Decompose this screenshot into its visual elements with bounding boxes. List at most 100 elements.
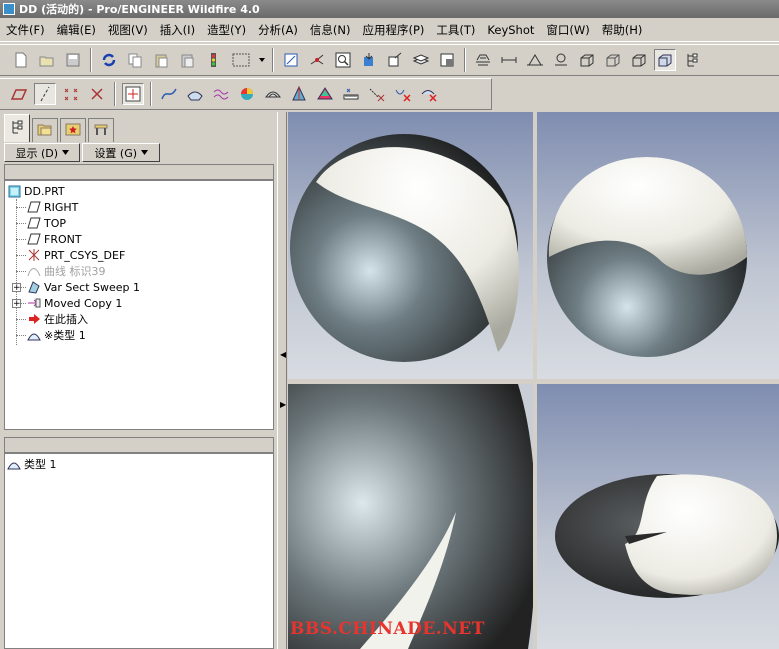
tree-item-style-feature[interactable]: ※类型 1 [27, 327, 86, 343]
delete-curve-icon[interactable] [392, 83, 414, 105]
menu-file[interactable]: 文件(F) [0, 22, 51, 38]
spin-center-icon[interactable] [306, 49, 328, 71]
graphics-area[interactable] [288, 112, 779, 649]
menu-style[interactable]: 造型(Y) [201, 22, 252, 38]
viewport-top-right[interactable] [537, 112, 779, 379]
detail-item[interactable]: 类型 1 [7, 456, 57, 472]
tree-item-moved-copy[interactable]: Moved Copy 1 [27, 295, 122, 311]
curve-on-surface-icon[interactable] [210, 83, 232, 105]
tree-item-front[interactable]: FRONT [27, 231, 82, 247]
menu-info[interactable]: 信息(N) [304, 22, 357, 38]
point-filter-icon[interactable] [60, 83, 82, 105]
folder-icon [37, 121, 53, 140]
zoom-in-icon[interactable] [332, 49, 354, 71]
menu-keyshot[interactable]: KeyShot [481, 23, 540, 37]
style-feature-icon [7, 457, 21, 471]
menu-applications[interactable]: 应用程序(P) [356, 22, 430, 38]
menu-analysis[interactable]: 分析(A) [252, 22, 304, 38]
tree-root[interactable]: DD.PRT [7, 183, 65, 199]
insert-here-icon [27, 312, 41, 326]
save-icon[interactable] [62, 49, 84, 71]
curvature-icon[interactable] [314, 83, 336, 105]
wireframe-icon[interactable] [576, 49, 598, 71]
viewport-top-left[interactable] [288, 112, 533, 379]
menu-edit[interactable]: 编辑(E) [51, 22, 102, 38]
tree-item-right[interactable]: RIGHT [27, 199, 78, 215]
datum-plane-display-icon[interactable] [472, 49, 494, 71]
tree-item-insert-here[interactable]: 在此插入 [27, 311, 88, 327]
tab-favorites[interactable] [60, 118, 86, 142]
menu-bar: 文件(F) 编辑(E) 视图(V) 插入(I) 造型(Y) 分析(A) 信息(N… [0, 19, 779, 42]
curve-icon[interactable] [158, 83, 180, 105]
show-dropdown[interactable]: 显示 (D) [4, 143, 80, 162]
axis-filter-icon[interactable] [34, 83, 56, 105]
ruler-icon[interactable] [340, 83, 362, 105]
tab-folder-browser[interactable] [32, 118, 58, 142]
tree-item-curve[interactable]: 曲线 标识39 [27, 263, 106, 279]
grid-toggle-icon[interactable] [122, 83, 144, 105]
csys-display-icon[interactable] [550, 49, 572, 71]
paste-special-icon[interactable] [176, 49, 198, 71]
delete-surface-icon[interactable] [418, 83, 440, 105]
menu-help[interactable]: 帮助(H) [596, 22, 649, 38]
show-label: 显示 (D) [15, 146, 59, 160]
new-file-icon[interactable] [10, 49, 32, 71]
plane-filter-icon[interactable] [8, 83, 30, 105]
csys-filter-icon[interactable] [86, 83, 108, 105]
curve-from-surface-icon[interactable] [184, 83, 206, 105]
style-toolbar [0, 78, 492, 110]
viewport-bottom-right[interactable] [537, 384, 779, 649]
panel-splitter[interactable]: ◀ ▶ [277, 112, 287, 649]
tab-connections[interactable] [88, 118, 114, 142]
menu-tools[interactable]: 工具(T) [430, 22, 481, 38]
model-tree-panel: DD.PRT RIGHT TOP FRONT PRT_CSYS_DEF 曲线 标… [4, 180, 274, 430]
selection-box-icon[interactable] [228, 49, 254, 71]
settings-dropdown[interactable]: 设置 (G) [82, 143, 160, 162]
expand-toggle[interactable]: + [12, 283, 21, 293]
moved-copy-icon [27, 296, 41, 310]
expand-toggle[interactable]: + [12, 299, 21, 309]
viewport-bottom-left[interactable] [288, 384, 533, 649]
menu-view[interactable]: 视图(V) [102, 22, 154, 38]
toolbar-separator [114, 82, 116, 106]
repaint-icon[interactable] [280, 49, 302, 71]
open-file-icon[interactable] [36, 49, 58, 71]
view-manager-icon[interactable] [436, 49, 458, 71]
toolbar-separator [90, 48, 92, 72]
datum-point-display-icon[interactable] [524, 49, 546, 71]
connections-icon [93, 121, 109, 140]
no-hidden-icon[interactable] [628, 49, 650, 71]
draft-analysis-icon[interactable] [288, 83, 310, 105]
shading-icon[interactable] [654, 49, 676, 71]
app-icon [3, 3, 15, 15]
expand-right-icon[interactable]: ▶ [280, 400, 286, 409]
copy-icon[interactable] [124, 49, 146, 71]
menu-insert[interactable]: 插入(I) [154, 22, 201, 38]
favorites-icon [65, 121, 81, 140]
regenerate-icon[interactable] [98, 49, 120, 71]
tab-model-tree[interactable] [4, 114, 30, 142]
tree-item-csys[interactable]: PRT_CSYS_DEF [27, 247, 125, 263]
dropdown-arrow-icon[interactable] [258, 49, 266, 71]
trim-icon[interactable] [366, 83, 388, 105]
navigator-tabs [4, 114, 116, 142]
tree-item-var-sect-sweep[interactable]: Var Sect Sweep 1 [27, 279, 140, 295]
surface-analysis-icon[interactable] [236, 83, 258, 105]
reflection-icon[interactable] [262, 83, 284, 105]
refit-icon[interactable] [384, 49, 406, 71]
zoom-out-icon[interactable] [358, 49, 380, 71]
model-tree-toggle-icon[interactable] [680, 49, 702, 71]
window-title: DD (活动的) - Pro/ENGINEER Wildfire 4.0 [19, 3, 260, 16]
toolbar-separator [464, 48, 466, 72]
traffic-light-icon[interactable] [202, 49, 224, 71]
paste-icon[interactable] [150, 49, 172, 71]
hidden-line-icon[interactable] [602, 49, 624, 71]
settings-label: 设置 (G) [94, 146, 138, 160]
layers-icon[interactable] [410, 49, 432, 71]
tree-root-label: DD.PRT [24, 184, 65, 198]
menu-window[interactable]: 窗口(W) [540, 22, 595, 38]
datum-axis-display-icon[interactable] [498, 49, 520, 71]
tree-item-label: 在此插入 [44, 313, 88, 326]
tree-item-top[interactable]: TOP [27, 215, 66, 231]
collapse-left-icon[interactable]: ◀ [280, 350, 286, 359]
